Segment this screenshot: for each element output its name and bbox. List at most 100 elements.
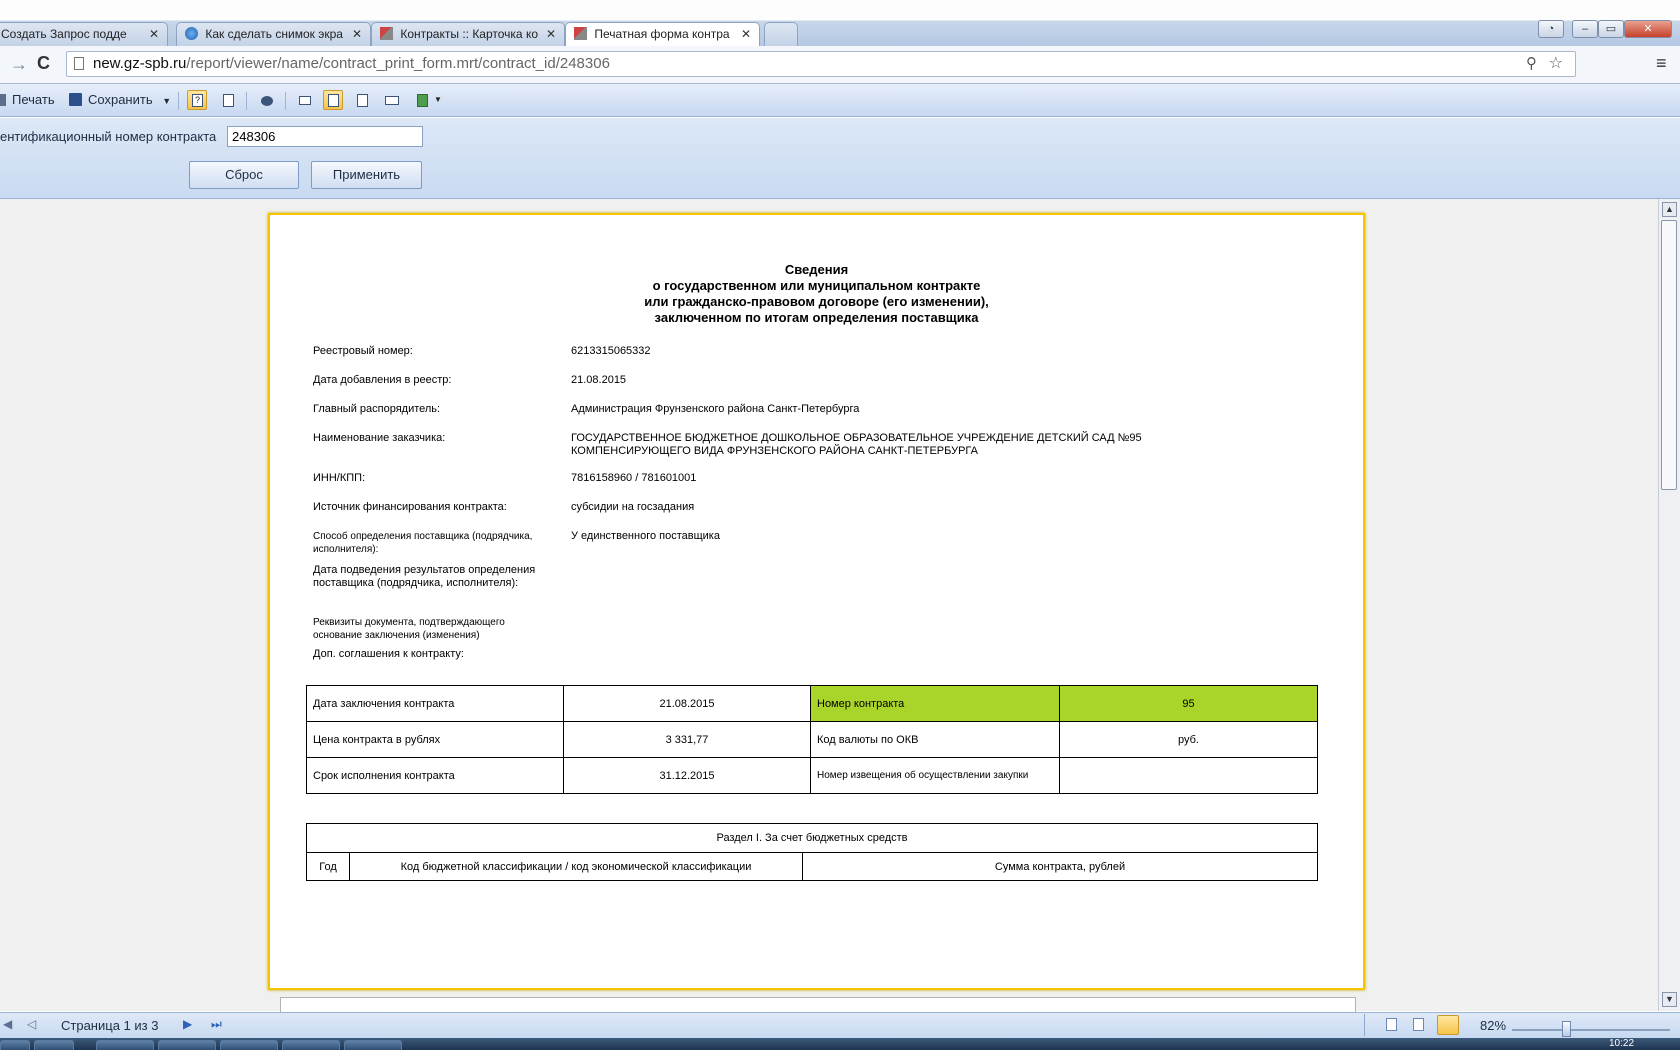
start-button[interactable] [0,1040,30,1050]
summary-price-value: 3 331,77 [563,721,811,758]
field-label-supplier-method: Способ определения поставщика (подрядчик… [313,531,533,555]
globe-icon [185,27,198,40]
minimize-icon[interactable]: – [1572,20,1598,38]
zoom-slider[interactable] [1512,1029,1670,1031]
print-label: Печать [12,92,55,107]
summary-price-label: Цена контракта в рублях [306,721,564,758]
system-clock: 10:22 [1609,1038,1635,1049]
contract-summary-table: Дата заключения контракта 21.08.2015 Ном… [306,685,1318,794]
multi-page-view-icon[interactable] [1437,1015,1459,1035]
field-value-registry-date: 21.08.2015 [571,374,627,386]
toolbar-separator [178,92,179,110]
tab-title: Печатная форма контра [594,27,730,41]
address-field[interactable]: new.gz-spb.ru/report/viewer/name/contrac… [66,51,1576,77]
field-value-inn-kpp: 7816158960 / 781601001 [571,472,697,484]
close-window-icon[interactable]: ✕ [1624,20,1672,38]
multi-page-icon[interactable] [352,90,372,110]
report-toolbar [0,84,1680,117]
field-label-funding-source: Источник финансирования контракта: [313,501,507,513]
contract-id-input[interactable] [227,126,423,147]
save-button[interactable]: Сохранить ▼ [69,89,171,111]
summary-term-value: 31.12.2015 [563,757,811,794]
column-header-year: Год [306,852,350,881]
budget-section-table: Раздел I. За счет бюджетных средств Год … [306,823,1318,881]
field-label-supplementary-agreements: Доп. соглашения к контракту: [313,648,464,660]
tab-close-icon[interactable]: ✕ [352,27,362,41]
scroll-up-icon[interactable]: ▲ [1662,202,1677,217]
zoom-options-icon[interactable]: ▼ [412,90,442,110]
tab-contracts-card[interactable]: Контракты :: Карточка ко ✕ [371,22,565,46]
summary-term-label: Срок исполнения контракта [306,757,564,794]
viewer-statusbar [0,1012,1680,1039]
taskbar-app-icon[interactable] [34,1040,74,1050]
column-header-budget-code: Код бюджетной классификации / код эконом… [349,852,803,881]
excel-icon[interactable] [282,1040,340,1050]
page-icon [74,57,84,70]
zoom-level: 82% [1480,1018,1507,1033]
scroll-down-icon[interactable]: ▼ [1662,992,1677,1007]
tab-print-form-active[interactable]: Печатная форма контра ✕ [565,22,760,47]
reset-button[interactable]: Сброс [189,161,299,189]
summary-notice-label: Номер извещения об осуществлении закупки [810,757,1060,794]
summary-number-label: Номер контракта [810,685,1060,722]
last-page-icon[interactable]: ⏭ [211,1017,222,1032]
menu-icon[interactable]: ≡ [1656,53,1667,74]
tools-icon [574,27,587,40]
page-width-view-icon[interactable] [1413,1018,1424,1031]
field-label-customer-name: Наименование заказчика: [313,432,446,444]
first-page-icon[interactable]: ◁ [27,1017,36,1031]
explorer-icon[interactable] [96,1040,154,1050]
taskbar-app-icon[interactable] [344,1040,402,1050]
page-width-icon[interactable] [382,90,402,110]
field-label-results-date: Дата подведения результатов определения … [313,564,536,589]
toolbar-separator [246,92,247,110]
bookmark-star-icon[interactable]: ☆ [1549,52,1563,76]
field-value-funding-source: субсидии на госзадания [571,501,695,513]
single-page-icon[interactable] [294,90,314,110]
apply-button[interactable]: Применить [311,161,422,189]
scrollbar-thumb[interactable] [1661,220,1677,490]
summary-date-value: 21.08.2015 [563,685,811,722]
chevron-down-icon: ▼ [162,96,172,106]
zoom-lens-icon[interactable]: ⚲ [1526,52,1537,76]
chrome-icon[interactable] [158,1040,216,1050]
url-host: new.gz-spb.ru [93,55,187,72]
new-tab-button[interactable] [764,22,798,46]
maximize-icon[interactable]: ▭ [1598,20,1624,38]
field-label-inn-kpp: ИНН/КПП: [313,472,366,484]
url-path: /report/viewer/name/contract_print_form.… [186,55,610,72]
continuous-page-icon[interactable] [323,90,343,110]
reload-icon[interactable]: C [37,53,50,74]
tab-title: Контракты :: Карточка ко [400,27,538,41]
zoom-slider-handle[interactable] [1562,1021,1571,1037]
field-label-chief-manager: Главный распорядитель: [313,403,441,415]
page-indicator: Страница 1 из 3 [61,1018,159,1033]
next-page-icon[interactable]: ▶ [183,1017,192,1031]
tab-close-icon[interactable]: ✕ [149,27,159,41]
help-icon[interactable]: ? [187,90,207,110]
user-icon[interactable]: ◔ [1538,20,1564,38]
ie-icon[interactable] [220,1040,278,1050]
binoculars-icon[interactable] [256,90,276,110]
previous-page-icon[interactable]: ◀ [3,1017,12,1031]
one-page-view-icon[interactable] [1386,1018,1397,1031]
field-value-chief-manager: Администрация Фрунзенского района Санкт-… [571,403,860,415]
field-value-registry-number: 6213315065332 [571,345,651,357]
summary-date-label: Дата заключения контракта [306,685,564,722]
table-row: Год Код бюджетной классификации / код эк… [306,852,1318,881]
tab-title: Создать Запрос подде [1,27,127,41]
bookmarks-panel-icon[interactable] [218,90,238,110]
report-title-line: о государственном или муниципальном конт… [652,278,981,293]
print-button[interactable]: Печать [0,89,55,111]
statusbar-separator [1364,1014,1365,1036]
report-title-line: или гражданско-правовом договоре (его из… [644,294,989,309]
forward-arrow-icon[interactable]: → [10,54,28,75]
field-label-registry-date: Дата добавления в реестр: [313,374,452,386]
tab-close-icon[interactable]: ✕ [546,27,556,41]
tab-close-icon[interactable]: ✕ [741,27,751,41]
table-row: Раздел I. За счет бюджетных средств [306,823,1318,853]
floppy-icon [69,93,82,106]
tab-create-support-request[interactable]: Создать Запрос подде ✕ [0,22,168,46]
report-title-line: заключенном по итогам определения постав… [654,310,979,325]
tab-screenshot-howto[interactable]: Как сделать снимок экра ✕ [176,22,371,46]
